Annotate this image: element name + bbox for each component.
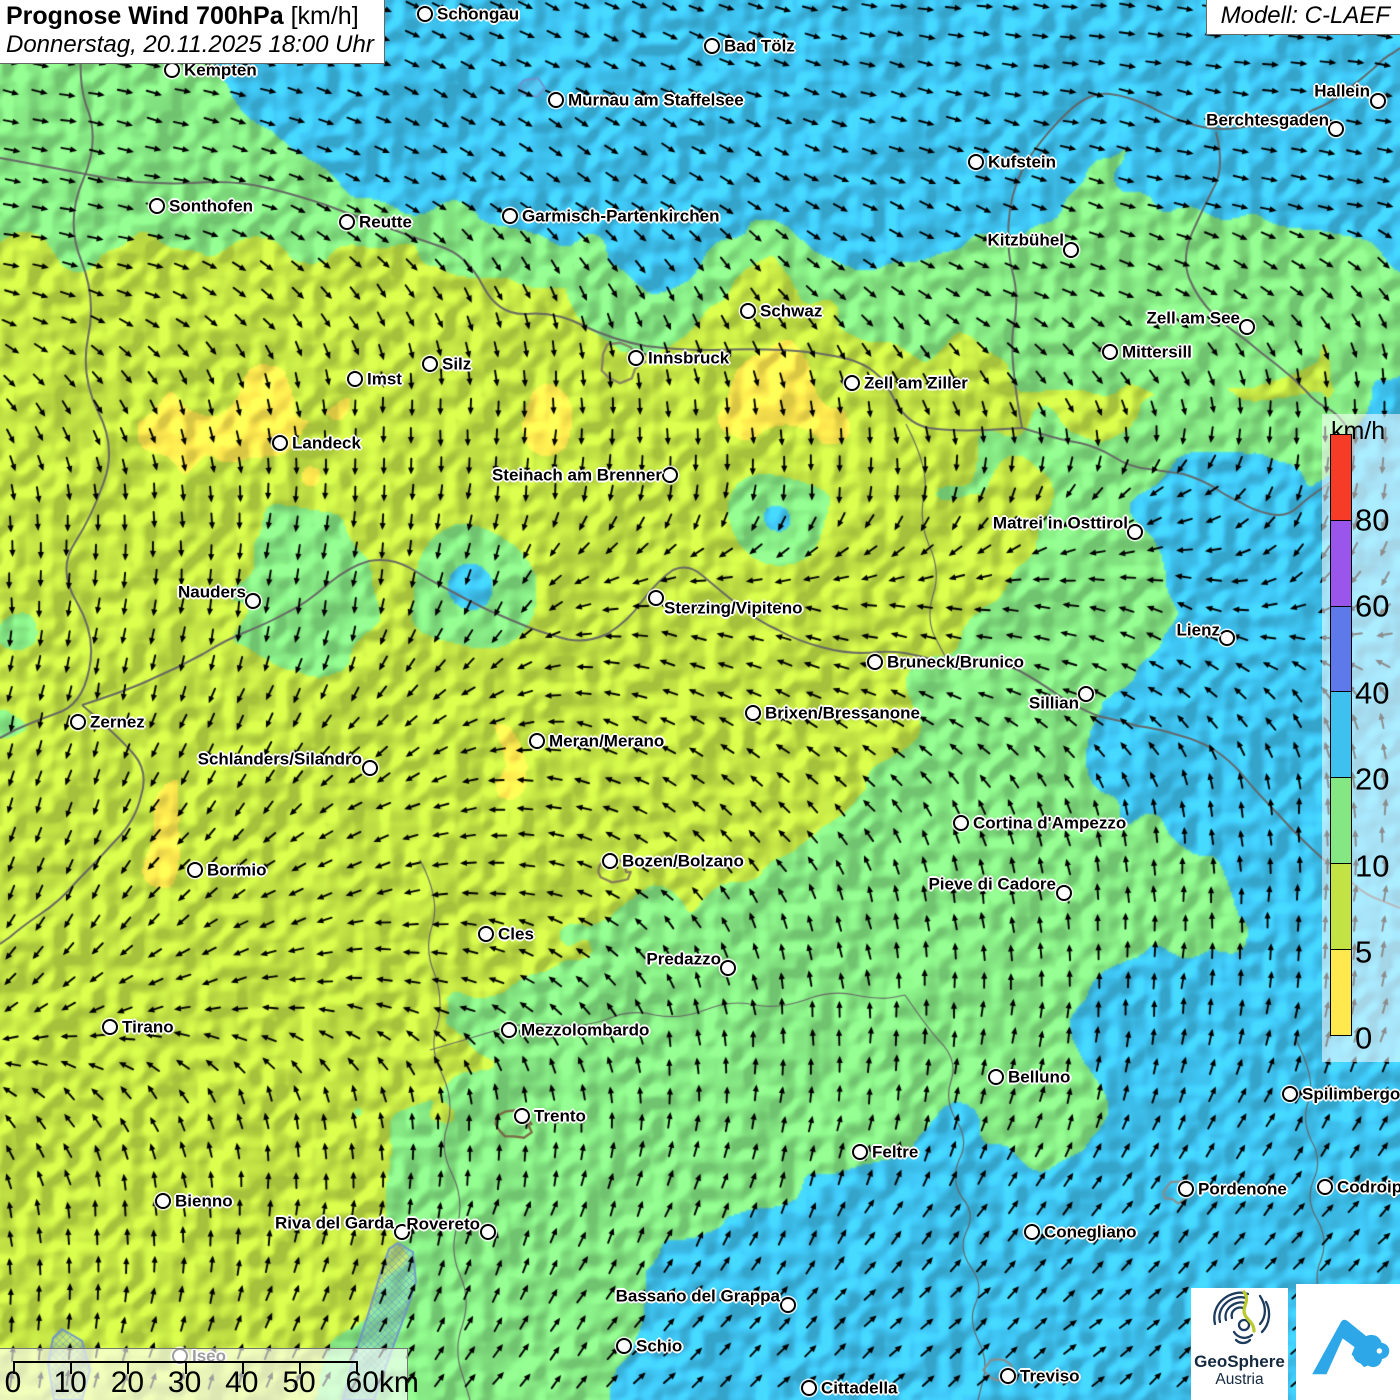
scalebar-label: 30 [167,1366,202,1399]
legend-color-segment [1331,606,1351,693]
title-text: Prognose Wind 700hPa [6,2,284,30]
legend-tick-label: 80 [1355,502,1390,538]
scalebar-label: 60km [345,1366,419,1399]
geosphere-country: Austria [1215,1370,1264,1388]
scalebar-label: 20 [110,1366,145,1399]
legend-color-segment [1331,435,1351,521]
title-box: Prognose Wind 700hPa [km/h] Donnerstag, … [0,0,385,65]
title-unit: [km/h] [283,2,359,30]
wind-forecast-map-app: Schongau Bad Tölz Kempten Murnau am Staffel… [0,0,1400,1400]
legend-tick-label: 60 [1355,588,1390,624]
legend-tick-label: 40 [1355,675,1390,711]
legend-color-segment [1331,692,1351,779]
legend-tick-label: 5 [1355,934,1373,970]
wind-speed-legend: km/h 80 60 40 20 10 5 0 [1322,414,1400,1062]
page-title: Prognose Wind 700hPa [km/h] [6,2,374,31]
scalebar-label: 50 [282,1366,316,1399]
legend-tick-label: 0 [1355,1020,1373,1056]
geosphere-contour-logo-icon [1212,1290,1270,1345]
map-scalebar: 0 10 20 30 40 50 60km [0,1348,419,1400]
legend-colorbar [1330,434,1352,1036]
scalebar-label: 40 [225,1366,259,1399]
scalebar-label: 0 [4,1366,22,1399]
legend-color-segment [1331,949,1351,1035]
forecast-datetime: Donnerstag, 20.11.2025 18:00 Uhr [6,30,374,58]
legend-color-segment [1331,778,1351,864]
mountain-cloud-icon [1312,1319,1390,1375]
geosphere-logo-box: GeoSphere Austria [1191,1288,1288,1400]
wind-map-canvas [0,0,1400,1400]
geosphere-org-name: GeoSphere [1194,1352,1285,1371]
legend-color-segment [1331,863,1351,950]
scalebar-label: 10 [53,1366,87,1399]
legend-tick-label: 10 [1355,848,1390,884]
mountain-cloud-logo-box [1296,1284,1400,1400]
model-label: Modell: C-LAEF [1205,0,1400,35]
legend-tick-label: 20 [1355,761,1390,797]
legend-color-segment [1331,520,1351,607]
